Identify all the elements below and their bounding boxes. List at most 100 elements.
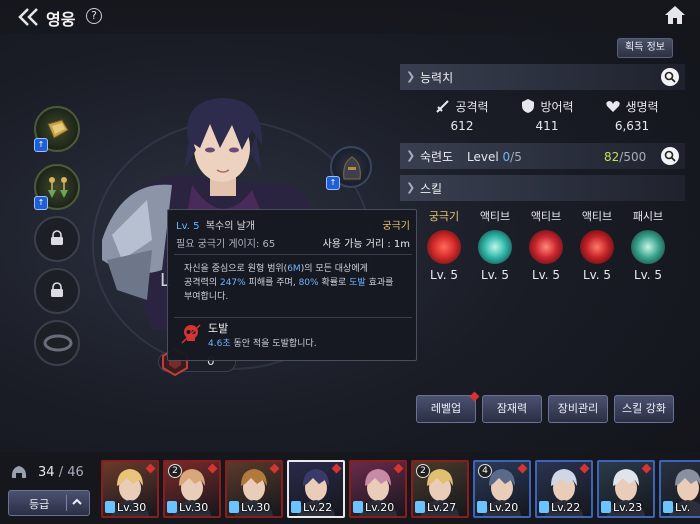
- equipment-slot-ring[interactable]: [34, 320, 80, 366]
- skill-slot-4[interactable]: 액티브 Lv. 5: [574, 208, 620, 282]
- element-icon: [291, 501, 301, 513]
- hero-card[interactable]: Lv.30: [225, 460, 283, 518]
- page-title: 영웅: [46, 10, 76, 29]
- skill-slot-1[interactable]: 궁극기 Lv. 5: [421, 208, 467, 282]
- hero-card-level: Lv.20: [365, 501, 395, 514]
- search-icon[interactable]: [661, 147, 679, 165]
- skill-tooltip: Lv. 5 복수의 날개 궁극기 필요 궁극기 게이지: 65 사용 가능 거리…: [167, 209, 417, 361]
- lock-icon: [51, 230, 63, 245]
- hero-card[interactable]: Lv.30: [101, 460, 159, 518]
- tooltip-skill-level: Lv. 5: [176, 221, 200, 232]
- shield-icon: [522, 99, 535, 113]
- skill-icon-4: [580, 230, 614, 264]
- stat-name: 방어력: [540, 100, 574, 114]
- skill-level: Lv. 5: [531, 268, 561, 282]
- skill-slot-3[interactable]: 액티브 Lv. 5: [523, 208, 569, 282]
- skill-level: Lv. 5: [633, 268, 663, 282]
- skill-enhance-button[interactable]: 스킬 강화: [614, 395, 674, 423]
- stat-attack: 공격력 612: [417, 98, 507, 133]
- level-up-button[interactable]: 레벨업: [416, 391, 480, 423]
- sword-icon: [436, 100, 450, 113]
- equipment-manage-button[interactable]: 장비관리: [548, 395, 608, 423]
- skill-slot-2[interactable]: 액티브 Lv. 5: [472, 208, 518, 282]
- hero-side-slot-1[interactable]: ↑: [326, 146, 372, 190]
- tooltip-gauge-requirement: 필요 궁극기 게이지: 65: [176, 239, 276, 250]
- skill-level: Lv. 5: [429, 268, 459, 282]
- element-icon: [229, 501, 239, 513]
- hero-card-level: Lv.22: [303, 501, 333, 514]
- help-icon[interactable]: ?: [86, 8, 102, 24]
- hero-card-level: Lv.20: [489, 501, 519, 514]
- rank-badge: 2: [416, 464, 430, 478]
- element-icon: [353, 501, 363, 513]
- hero-card[interactable]: 2 Lv.27: [411, 460, 469, 518]
- skill-type: 액티브: [479, 210, 511, 223]
- tooltip-header: Lv. 5 복수의 날개 궁극기: [176, 217, 410, 232]
- abilities-section-header: ❯ 능력치: [400, 64, 685, 90]
- taunt-effect-desc: 4.6초 동안 적을 도발합니다.: [208, 339, 317, 349]
- equipment-slot-earrings[interactable]: ↑: [34, 164, 80, 210]
- search-icon[interactable]: [661, 68, 679, 86]
- grade-sort-button[interactable]: 등급: [8, 490, 90, 516]
- skill-type: 액티브: [530, 210, 562, 223]
- hero-card[interactable]: Lv.: [659, 460, 700, 518]
- skill-icon-1: [427, 230, 461, 264]
- stat-name: 생명력: [625, 100, 659, 114]
- equipment-slot-locked-1[interactable]: [34, 216, 80, 262]
- hero-card[interactable]: Lv.22: [535, 460, 593, 518]
- hero-card[interactable]: 2 Lv.30: [163, 460, 221, 518]
- stat-value: 411: [535, 119, 559, 133]
- hero-card[interactable]: Lv.23: [597, 460, 655, 518]
- hero-card-level: Lv.30: [179, 501, 209, 514]
- rank-badge: 4: [478, 464, 492, 478]
- section-chevron-icon: ❯: [406, 70, 416, 83]
- element-icon: [539, 501, 549, 513]
- enhance-badge: ↑: [326, 176, 340, 190]
- back-icon[interactable]: [16, 7, 42, 27]
- skill-level: Lv. 5: [582, 268, 612, 282]
- ring-icon: [43, 334, 73, 352]
- hero-count: 34 / 46: [8, 462, 90, 484]
- skill-icon-2: [478, 230, 512, 264]
- home-icon[interactable]: [664, 5, 686, 25]
- helmet-gear-icon: [343, 156, 361, 180]
- skill-level: Lv. 5: [480, 268, 510, 282]
- tooltip-divider: [174, 254, 412, 255]
- section-chevron-icon: ❯: [406, 149, 416, 162]
- hero-card[interactable]: Lv.22: [287, 460, 345, 518]
- skill-icon-5: [631, 230, 665, 264]
- hero-card-level: Lv.30: [241, 501, 271, 514]
- equipment-slot-weapon[interactable]: ↑: [34, 106, 80, 152]
- section-chevron-icon: ❯: [406, 181, 416, 194]
- tooltip-skill-type: 궁극기: [382, 221, 410, 232]
- mastery-exp: 82/500: [604, 150, 647, 164]
- divider: [66, 495, 67, 511]
- hero-card[interactable]: Lv.20: [349, 460, 407, 518]
- element-icon: [167, 501, 177, 513]
- equipment-slot-locked-2[interactable]: [34, 268, 80, 314]
- stat-value: 612: [450, 119, 474, 133]
- rank-badge: 2: [168, 464, 182, 478]
- hero-card-level: Lv.30: [117, 501, 147, 514]
- tooltip-divider-2: [174, 317, 412, 318]
- abilities-title: 능력치: [420, 71, 454, 85]
- chevron-up-icon[interactable]: [71, 496, 83, 508]
- lock-icon: [51, 282, 63, 297]
- potential-button[interactable]: 잠재력: [482, 395, 542, 423]
- hero-card[interactable]: 4 Lv.20: [473, 460, 531, 518]
- enhance-badge: ↑: [34, 196, 48, 210]
- acquisition-info-button[interactable]: 획득 정보: [617, 38, 673, 58]
- taunt-effect-title: 도발: [208, 322, 229, 335]
- tooltip-range: 사용 가능 거리 : 1m: [322, 239, 410, 250]
- helmet-icon: [11, 466, 27, 478]
- top-bar: 영웅 ?: [0, 0, 700, 34]
- skill-slot-5[interactable]: 패시브 Lv. 5: [625, 208, 671, 282]
- mastery-level: Level 0/5: [467, 150, 522, 164]
- element-icon: [105, 501, 115, 513]
- skill-icon-3: [529, 230, 563, 264]
- tooltip-description: 자신을 중심으로 원형 범위(6M)의 모든 대상에게 공격력의 247% 피해…: [184, 264, 394, 302]
- heart-icon: [606, 101, 621, 112]
- alert-dot: [469, 391, 480, 402]
- element-icon: [663, 501, 673, 513]
- skills-section-header: ❯ 스킬: [400, 175, 685, 201]
